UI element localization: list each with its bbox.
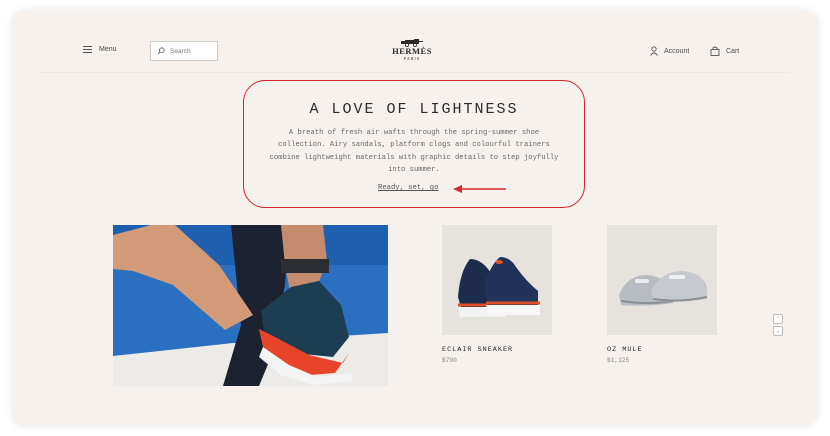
product-card[interactable]: ECLAIR SNEAKER $790: [442, 225, 552, 364]
product-price: $790: [442, 357, 457, 364]
brand-logo[interactable]: HERMÈS PARIS: [382, 37, 442, 61]
product-name[interactable]: OZ MULE: [607, 346, 717, 354]
menu-label: Menu: [99, 46, 117, 53]
scroll-down-button[interactable]: ⌄: [773, 326, 783, 336]
hero-title: A LOVE OF LIGHTNESS: [309, 101, 519, 118]
menu-button[interactable]: Menu: [83, 46, 117, 53]
sneaker-product-photo: [442, 225, 552, 335]
product-price: $1,125: [607, 357, 630, 364]
logo-city-text: PARIS: [404, 56, 420, 61]
site-header: Menu Search HERMÈS PARIS Account Cart: [12, 10, 818, 72]
search-icon: [157, 47, 165, 55]
product-card[interactable]: OZ MULE $1,125: [607, 225, 717, 364]
hero-cta-link[interactable]: Ready, set, go: [378, 184, 438, 192]
search-input[interactable]: Search: [150, 41, 218, 61]
product-name[interactable]: ECLAIR SNEAKER: [442, 346, 552, 354]
campaign-image[interactable]: [113, 225, 388, 386]
cart-button[interactable]: Cart: [710, 46, 739, 56]
cart-label: Cart: [726, 47, 740, 55]
logo-brand-text: HERMÈS: [392, 46, 432, 56]
hero-description: A breath of fresh air wafts through the …: [269, 129, 559, 175]
account-button[interactable]: Account: [650, 46, 689, 56]
page-frame: Menu Search HERMÈS PARIS Account Cart A …: [12, 10, 818, 426]
scroll-up-button[interactable]: ⌃: [773, 314, 783, 324]
product-image[interactable]: [607, 225, 717, 335]
sneaker-leg-photo: [113, 225, 388, 386]
user-icon: [650, 46, 658, 56]
annotation-arrow-icon: [453, 185, 506, 193]
shopping-bag-icon: [710, 46, 720, 56]
account-label: Account: [664, 47, 690, 55]
mule-product-photo: [607, 225, 717, 335]
hamburger-icon: [83, 46, 92, 53]
header-divider: [40, 72, 790, 73]
search-placeholder: Search: [170, 47, 191, 55]
product-image[interactable]: [442, 225, 552, 335]
